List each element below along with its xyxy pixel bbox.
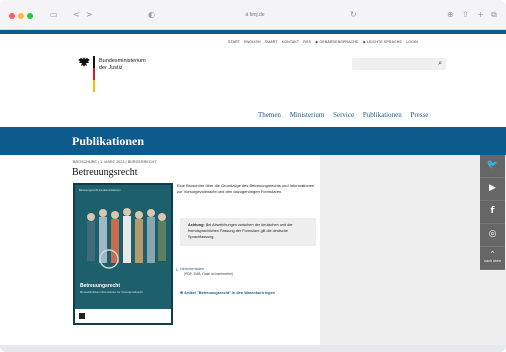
publication-cover-image[interactable]: Betreuungsrecht bundesministerium Betreu… (73, 183, 173, 325)
cover-footer (75, 309, 171, 323)
nav-item-presse[interactable]: Presse (410, 111, 428, 119)
publication-meta: BROSCHÜRE | 1. MÄRZ 2023 | BÜRGERRECHT (73, 160, 157, 164)
meta-link-easy-language[interactable]: ◉ LEICHTE SPRACHE (363, 40, 402, 44)
logo-line-2: der Justiz (99, 65, 123, 71)
main-navigation: Themen Ministerium Service Publikationen… (258, 111, 435, 119)
section-header-band: Publikationen (0, 127, 506, 155)
download-file-info: (PDF, 2MB, Datei ist barrierefrei) (184, 272, 233, 276)
cover-header-text: Betreuungsrecht bundesministerium (79, 189, 121, 192)
chevron-up-icon: ⌃ (489, 250, 496, 258)
notice-body: Bei Abweichungen zwischen der deutschen … (188, 223, 293, 239)
meta-link-english[interactable]: ENGLISH (244, 40, 260, 44)
notice-text: Achtung: Bei Abweichungen zwischen der d… (188, 222, 314, 240)
instagram-icon: ◎ (488, 229, 497, 239)
zoom-window-button[interactable] (27, 13, 33, 19)
tabs-overview-icon[interactable]: ⧉ (491, 10, 497, 20)
twitter-button[interactable]: 🐦 (480, 155, 505, 178)
federal-eagle-icon[interactable] (77, 56, 91, 68)
back-to-top-label: nach oben (484, 259, 501, 263)
youtube-icon: ▶ (489, 183, 496, 193)
meta-link-login[interactable]: LOGIN (406, 40, 418, 44)
nav-item-publikationen[interactable]: Publikationen (363, 111, 402, 119)
cover-subtitle: Mit ausführlichen Informationen zur Vors… (80, 291, 143, 294)
add-to-cart-link[interactable]: ⊕ Artikel "Betreuungsrecht" in den Waren… (180, 290, 275, 295)
footer-strip (0, 345, 506, 352)
meta-link-sign-language[interactable]: ◉ GEBÄRDENSPRACHE (315, 40, 358, 44)
minimize-window-button[interactable] (18, 13, 24, 19)
mini-eagle-icon (79, 313, 85, 319)
facebook-button[interactable]: f (480, 201, 505, 224)
instagram-button[interactable]: ◎ (480, 224, 505, 247)
publication-description: Eine Broschüre über die Grundzüge des Be… (177, 183, 315, 195)
shield-icon[interactable]: ◐ (148, 10, 155, 19)
site-top-border (0, 30, 506, 34)
download-link-label: Herunterladen (180, 267, 205, 271)
cover-title: Betreuungsrecht (80, 283, 121, 289)
forward-icon[interactable]: > (86, 10, 93, 19)
twitter-icon: 🐦 (486, 160, 499, 170)
nav-item-themen[interactable]: Themen (258, 111, 281, 119)
meta-link-start[interactable]: START (228, 40, 240, 44)
social-media-rail: 🐦 ▶ f ◎ ⌃ nach oben (480, 155, 505, 270)
german-flag-bar (93, 56, 95, 92)
share-icon[interactable]: ⇧ (462, 10, 469, 19)
search-input[interactable]: ⌕ (352, 58, 446, 70)
nav-item-service[interactable]: Service (333, 111, 354, 119)
sidebar-icon[interactable]: ▭ (50, 10, 58, 19)
facebook-icon: f (490, 206, 495, 216)
meta-link-rss[interactable]: RSS (303, 40, 311, 44)
notice-label: Achtung: (188, 223, 205, 227)
meta-link-kontakt[interactable]: KONTAKT (282, 40, 299, 44)
reload-icon[interactable]: ↻ (350, 10, 357, 19)
logo-line-1: Bundesministerium (99, 58, 146, 64)
publication-title: Betreuungsrecht (72, 167, 138, 178)
browser-window: ▭ < > ◐ ä bmj.de ↻ ⊕ ⇧ + ⧉ START ENGLISH… (0, 0, 506, 352)
browser-toolbar: ▭ < > ◐ ä bmj.de ↻ ⊕ ⇧ + ⧉ (0, 0, 506, 30)
back-icon[interactable]: < (73, 10, 80, 19)
search-icon[interactable]: ⌕ (438, 60, 442, 68)
people-group-illustration (87, 208, 166, 269)
right-column (320, 155, 506, 345)
close-window-button[interactable] (9, 13, 15, 19)
meta-link-smart[interactable]: SMART (265, 40, 278, 44)
notice-box: Achtung: Bei Abweichungen zwischen der d… (180, 218, 316, 246)
address-bar[interactable]: ä bmj.de (180, 10, 330, 21)
section-title: Publikationen (72, 134, 145, 148)
back-to-top-button[interactable]: ⌃ nach oben (480, 247, 505, 270)
youtube-button[interactable]: ▶ (480, 178, 505, 201)
download-arrow-icon: ⤓ (176, 266, 178, 271)
meta-navigation: START ENGLISH SMART KONTAKT RSS ◉ GEBÄRD… (228, 40, 498, 44)
new-tab-icon[interactable]: + (477, 10, 484, 19)
download-icon[interactable]: ⊕ (447, 10, 454, 19)
nav-item-ministerium[interactable]: Ministerium (290, 111, 325, 119)
ministry-logo-text[interactable]: Bundesministerium der Justiz (99, 58, 179, 72)
